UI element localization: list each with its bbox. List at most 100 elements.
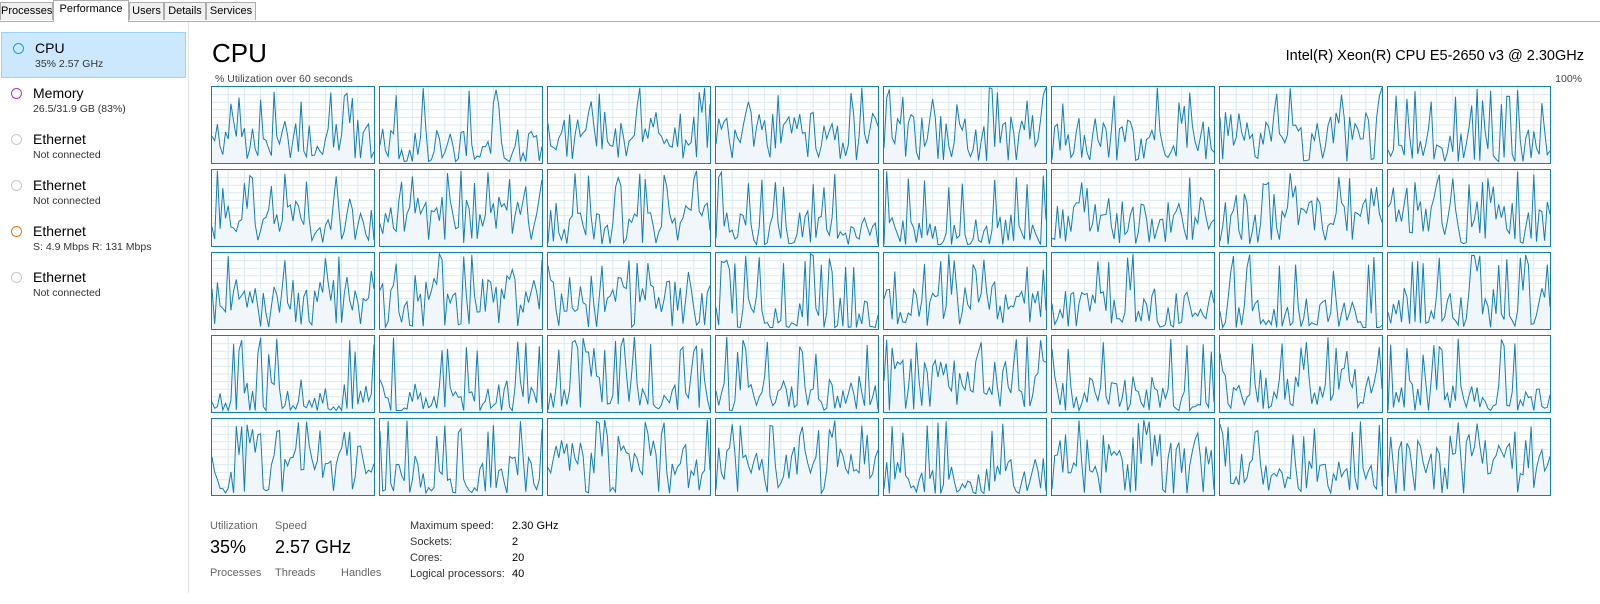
- sidebar-item-ethernet-3[interactable]: Ethernet S: 4.9 Mbps R: 131 Mbps: [0, 216, 188, 262]
- cpu-model-name: Intel(R) Xeon(R) CPU E5-2650 v3 @ 2.30GH…: [1285, 48, 1584, 64]
- tab-details[interactable]: Details: [164, 2, 206, 20]
- ethernet-ring-icon: [11, 226, 22, 237]
- sidebar-item-detail: S: 4.9 Mbps R: 131 Mbps: [33, 241, 152, 253]
- sidebar-item-detail: Not connected: [33, 287, 101, 299]
- logical-processor-graph: [715, 86, 879, 164]
- logical-processor-graph: [379, 418, 543, 496]
- utilization-sparkline: [1220, 336, 1382, 412]
- processes-label: Processes: [210, 567, 262, 579]
- logical-processor-graph: [547, 418, 711, 496]
- utilization-sparkline: [212, 87, 374, 163]
- utilization-sparkline: [380, 170, 542, 246]
- logical-processor-graph: [547, 86, 711, 164]
- utilization-sparkline: [884, 170, 1046, 246]
- logical-processor-graph: [715, 418, 879, 496]
- tab-performance[interactable]: Performance: [53, 0, 129, 22]
- logical-processor-graph: [211, 252, 375, 330]
- memory-ring-icon: [11, 88, 22, 99]
- tab-bar: Processes Performance Users Details Serv…: [0, 0, 1600, 22]
- logical-processor-graph: [1051, 252, 1215, 330]
- sidebar-item-label: Memory: [33, 85, 84, 101]
- sidebar-item-memory[interactable]: Memory 26.5/31.9 GB (83%): [0, 78, 188, 124]
- logical-processor-graph: [883, 169, 1047, 247]
- logical-processors-value: 40: [512, 568, 525, 580]
- utilization-sparkline: [548, 170, 710, 246]
- logical-processor-graph: [715, 335, 879, 413]
- logical-processor-graph: [883, 252, 1047, 330]
- utilization-sparkline: [212, 253, 374, 329]
- utilization-sparkline: [548, 336, 710, 412]
- utilization-sparkline: [1220, 419, 1382, 495]
- utilization-sparkline: [884, 336, 1046, 412]
- utilization-sparkline: [1388, 253, 1550, 329]
- max-speed-value: 2.30 GHz: [512, 520, 559, 532]
- utilization-sparkline: [1388, 87, 1550, 163]
- utilization-label: Utilization: [210, 520, 258, 532]
- sidebar-item-label: Ethernet: [33, 177, 86, 193]
- logical-processor-graph: [1387, 169, 1551, 247]
- utilization-sparkline: [212, 419, 374, 495]
- tab-users[interactable]: Users: [129, 2, 164, 20]
- logical-processor-graph: [1387, 252, 1551, 330]
- utilization-sparkline: [548, 87, 710, 163]
- cpu-stats: Utilization 35% Speed 2.57 GHz Processes…: [210, 514, 910, 604]
- utilization-sparkline: [1052, 419, 1214, 495]
- logical-processor-graph: [1219, 418, 1383, 496]
- logical-processor-graph: [547, 252, 711, 330]
- utilization-value: 35%: [210, 537, 247, 557]
- logical-processor-graph: [1219, 335, 1383, 413]
- cpu-ring-icon: [13, 43, 24, 54]
- logical-processor-graph: [1387, 418, 1551, 496]
- logical-processor-graphs: [211, 86, 1583, 502]
- utilization-sparkline: [884, 419, 1046, 495]
- sidebar-item-label: CPU: [35, 40, 65, 56]
- sidebar-item-detail: 26.5/31.9 GB (83%): [33, 103, 126, 115]
- max-percent-caption: 100%: [1555, 73, 1582, 85]
- utilization-sparkline: [548, 419, 710, 495]
- sidebar-item-detail: 35% 2.57 GHz: [35, 58, 104, 70]
- ethernet-ring-icon: [11, 272, 22, 283]
- ethernet-ring-icon: [11, 180, 22, 191]
- utilization-sparkline: [716, 87, 878, 163]
- utilization-sparkline: [1052, 253, 1214, 329]
- cores-value: 20: [512, 552, 525, 564]
- logical-processor-graph: [715, 252, 879, 330]
- cpu-detail-pane: CPU Intel(R) Xeon(R) CPU E5-2650 v3 @ 2.…: [190, 22, 1600, 593]
- sockets-value: 2: [512, 536, 519, 548]
- tab-services[interactable]: Services: [206, 2, 256, 20]
- utilization-sparkline: [716, 419, 878, 495]
- speed-label: Speed: [275, 520, 307, 532]
- logical-processors-label: Logical processors:: [410, 568, 505, 580]
- tab-processes[interactable]: Processes: [0, 2, 53, 20]
- sidebar-item-cpu[interactable]: CPU 35% 2.57 GHz: [1, 32, 186, 78]
- sidebar-item-label: Ethernet: [33, 223, 86, 239]
- sidebar-item-ethernet-2[interactable]: Ethernet Not connected: [0, 170, 188, 216]
- utilization-sparkline: [212, 336, 374, 412]
- logical-processor-graph: [1219, 252, 1383, 330]
- utilization-sparkline: [716, 336, 878, 412]
- logical-processor-graph: [883, 335, 1047, 413]
- utilization-sparkline: [380, 87, 542, 163]
- page-title: CPU: [212, 38, 267, 68]
- sidebar-item-detail: Not connected: [33, 195, 101, 207]
- logical-processor-graph: [211, 418, 375, 496]
- sidebar-item-ethernet-1[interactable]: Ethernet Not connected: [0, 124, 188, 170]
- utilization-sparkline: [1220, 87, 1382, 163]
- cores-label: Cores:: [410, 552, 443, 564]
- sidebar-item-detail: Not connected: [33, 149, 101, 161]
- sidebar-item-ethernet-4[interactable]: Ethernet Not connected: [0, 262, 188, 308]
- ethernet-ring-icon: [11, 134, 22, 145]
- utilization-sparkline: [716, 253, 878, 329]
- logical-processor-graph: [715, 169, 879, 247]
- resource-sidebar: CPU 35% 2.57 GHz Memory 26.5/31.9 GB (83…: [0, 22, 189, 593]
- utilization-caption: % Utilization over 60 seconds: [215, 73, 353, 85]
- logical-processor-graph: [379, 252, 543, 330]
- utilization-sparkline: [1052, 336, 1214, 412]
- logical-processor-graph: [379, 169, 543, 247]
- utilization-sparkline: [1052, 170, 1214, 246]
- utilization-sparkline: [716, 170, 878, 246]
- sidebar-item-label: Ethernet: [33, 269, 86, 285]
- handles-label: Handles: [341, 567, 382, 579]
- utilization-sparkline: [380, 419, 542, 495]
- logical-processor-graph: [547, 169, 711, 247]
